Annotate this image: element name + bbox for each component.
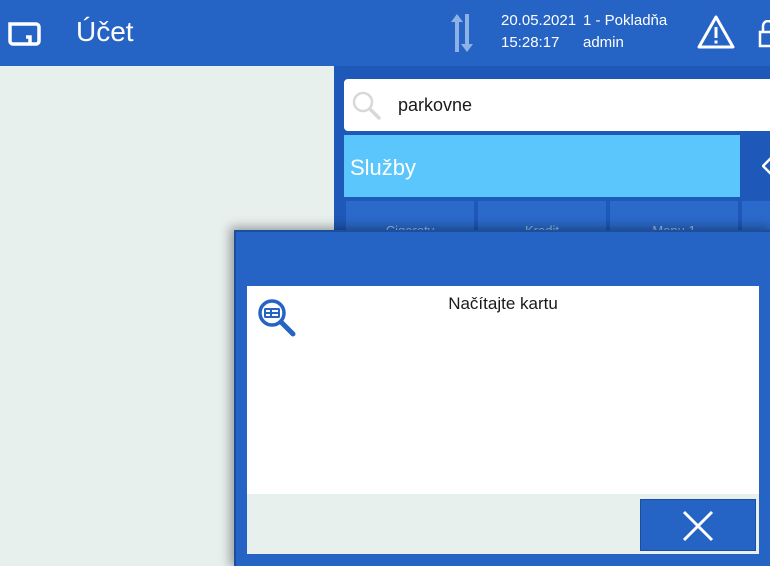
- warning-icon[interactable]: [696, 14, 736, 50]
- chevron-left-icon: [762, 157, 770, 175]
- sync-icon[interactable]: [448, 12, 476, 54]
- logo-icon[interactable]: [6, 21, 42, 47]
- current-date: 20.05.2021: [501, 12, 577, 29]
- top-bar: Účet 20.05.2021 15:28:17 1 - Pokladňa ad…: [0, 0, 770, 66]
- card-dialog: Načítajte kartu: [234, 230, 770, 566]
- category-label: Služby: [350, 155, 417, 180]
- search-icon: [352, 91, 381, 120]
- close-button[interactable]: [640, 499, 756, 551]
- close-icon: [682, 510, 714, 542]
- dialog-footer: [247, 494, 759, 554]
- page-title: Účet: [76, 16, 134, 47]
- user-name: admin: [583, 34, 624, 51]
- dialog-body: Načítajte kartu: [247, 286, 759, 494]
- lock-icon[interactable]: [758, 20, 770, 48]
- register-name: 1 - Pokladňa: [583, 12, 668, 29]
- category-prev-button[interactable]: [742, 135, 770, 197]
- search-field[interactable]: parkovne: [344, 79, 770, 131]
- search-input[interactable]: parkovne: [398, 95, 472, 116]
- dialog-message: Načítajte kartu: [448, 294, 558, 313]
- category-button[interactable]: Služby: [344, 135, 740, 197]
- current-time: 15:28:17: [501, 34, 560, 51]
